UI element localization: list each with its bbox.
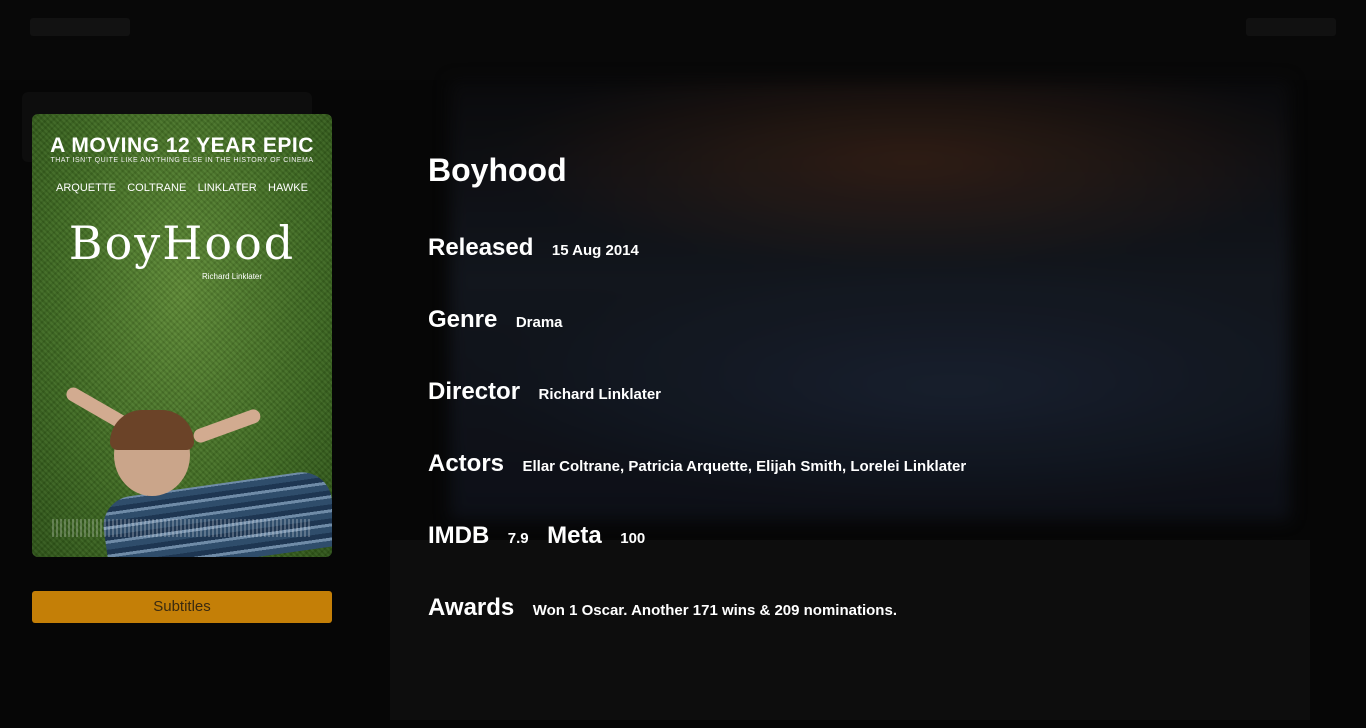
released-label: Released	[428, 234, 534, 261]
app-logo	[30, 18, 130, 36]
poster-cast-name: COLTRANE	[127, 182, 187, 194]
actors-label: Actors	[428, 450, 505, 477]
genre-row: Genre Drama	[428, 306, 563, 334]
director-row: Director Richard Linklater	[428, 378, 661, 406]
poster-title: BoyHood	[68, 216, 296, 270]
movie-title: Boyhood	[428, 152, 567, 188]
poster-billing-block	[52, 519, 312, 537]
director-value: Richard Linklater	[538, 386, 662, 403]
actors-value: Ellar Coltrane, Patricia Arquette, Elija…	[522, 458, 967, 475]
poster-figure-hair	[110, 410, 194, 450]
background-panel	[390, 540, 1310, 720]
imdb-value: 7.9	[507, 530, 529, 547]
poster-credit: Richard Linklater	[202, 272, 263, 281]
poster-subtagline: THAT ISN'T QUITE LIKE ANYTHING ELSE IN T…	[50, 157, 314, 164]
subtitles-button[interactable]: Subtitles	[32, 591, 332, 623]
awards-row: Awards Won 1 Oscar. Another 171 wins & 2…	[428, 594, 897, 622]
actors-row: Actors Ellar Coltrane, Patricia Arquette…	[428, 450, 966, 478]
genre-value: Drama	[515, 314, 563, 331]
poster-cast-name: LINKLATER	[197, 182, 257, 194]
released-value: 15 Aug 2014	[551, 242, 639, 259]
awards-value: Won 1 Oscar. Another 171 wins & 209 nomi…	[532, 602, 897, 619]
poster-cast: ARQUETTE COLTRANE LINKLATER HAWKE	[56, 182, 308, 194]
awards-label: Awards	[428, 594, 515, 621]
genre-label: Genre	[428, 306, 498, 333]
poster-tagline: A MOVING 12 YEAR EPIC	[50, 134, 314, 157]
poster-cast-name: ARQUETTE	[56, 182, 116, 194]
ratings-row: IMDB 7.9 Meta 100	[428, 522, 645, 550]
meta-value: 100	[620, 530, 646, 547]
movie-poster: A MOVING 12 YEAR EPIC THAT ISN'T QUITE L…	[32, 114, 332, 557]
released-row: Released 15 Aug 2014	[428, 234, 639, 262]
top-bar	[0, 0, 1366, 80]
window-controls	[1246, 18, 1336, 36]
director-label: Director	[428, 378, 521, 405]
imdb-label: IMDB	[428, 522, 490, 549]
meta-label: Meta	[547, 522, 602, 549]
movie-info: Boyhood Released 15 Aug 2014 Genre Drama…	[428, 150, 966, 621]
poster-figure-arm	[191, 407, 263, 445]
poster-cast-name: HAWKE	[268, 182, 308, 194]
